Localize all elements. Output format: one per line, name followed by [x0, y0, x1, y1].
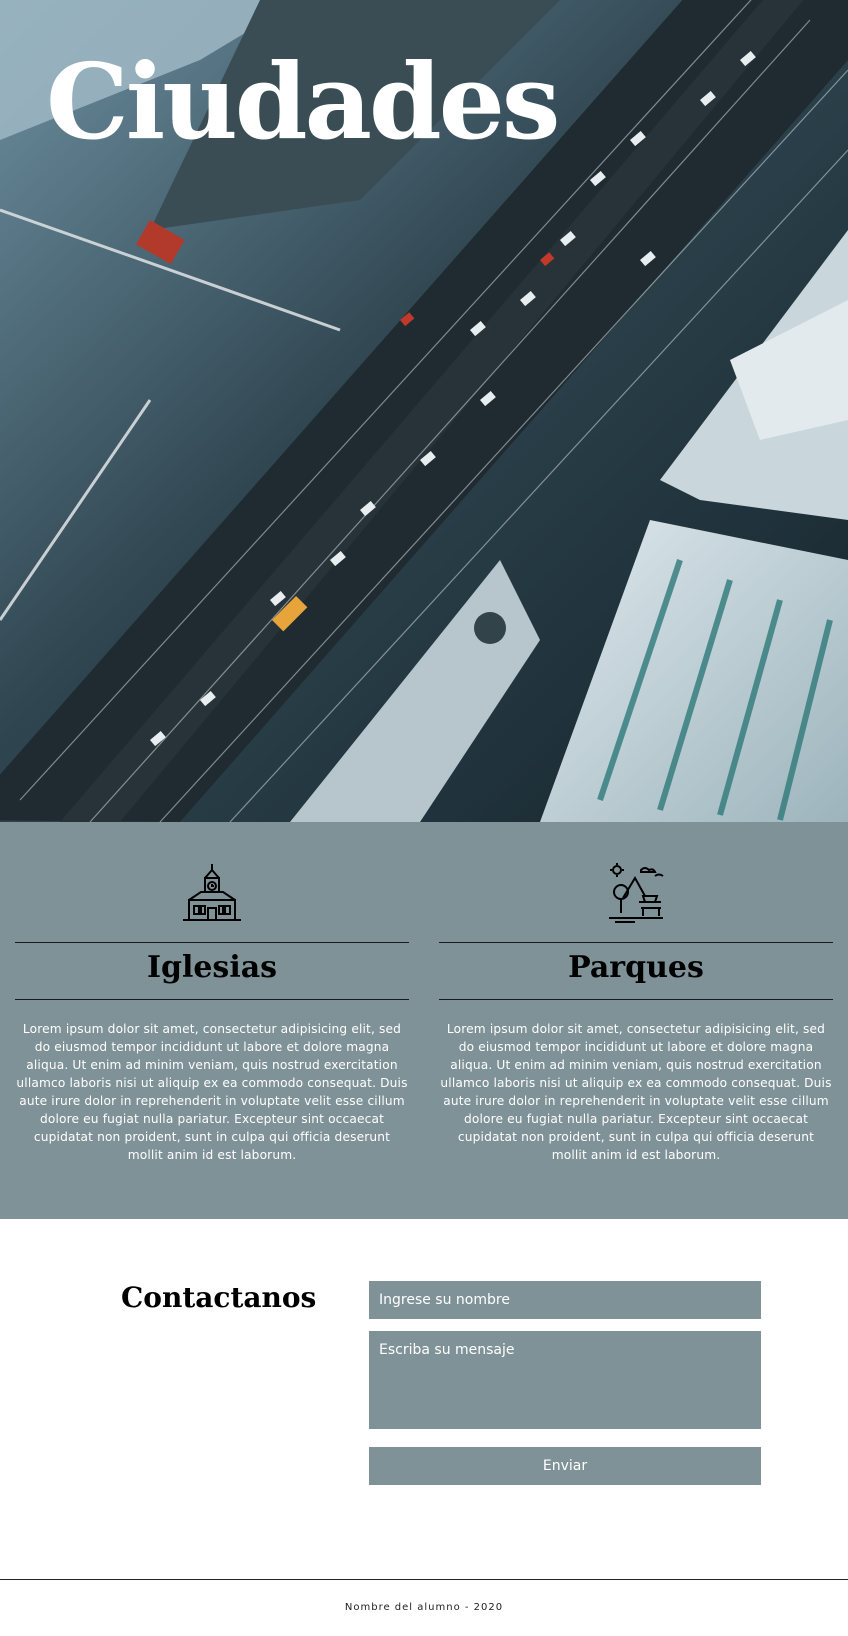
- feature-title: Iglesias: [146, 950, 278, 985]
- feature-description: Lorem ipsum dolor sit amet, consectetur …: [16, 1022, 408, 1162]
- contact-title: Contactanos: [121, 1281, 317, 1314]
- name-input[interactable]: [369, 1281, 761, 1319]
- feature-divider: [15, 942, 409, 943]
- hero-title: Ciudades: [46, 40, 560, 163]
- contact-section: Contactanos Enviar: [0, 1219, 848, 1579]
- features-section: Iglesias Lorem ipsum dolor sit amet, con…: [0, 822, 848, 1219]
- park-icon: [609, 863, 664, 923]
- feature-divider: [439, 999, 833, 1000]
- church-icon: [183, 864, 241, 921]
- feature-title: Parques: [568, 950, 704, 985]
- feature-divider: [15, 999, 409, 1000]
- footer-text: Nombre del alumno - 2020: [344, 1602, 504, 1613]
- feature-description: Lorem ipsum dolor sit amet, consectetur …: [440, 1022, 832, 1162]
- footer-divider: [0, 1579, 848, 1580]
- message-textarea[interactable]: [369, 1331, 761, 1429]
- feature-divider: [439, 942, 833, 943]
- hero-section: Ciudades: [0, 0, 848, 822]
- send-button[interactable]: Enviar: [369, 1447, 761, 1485]
